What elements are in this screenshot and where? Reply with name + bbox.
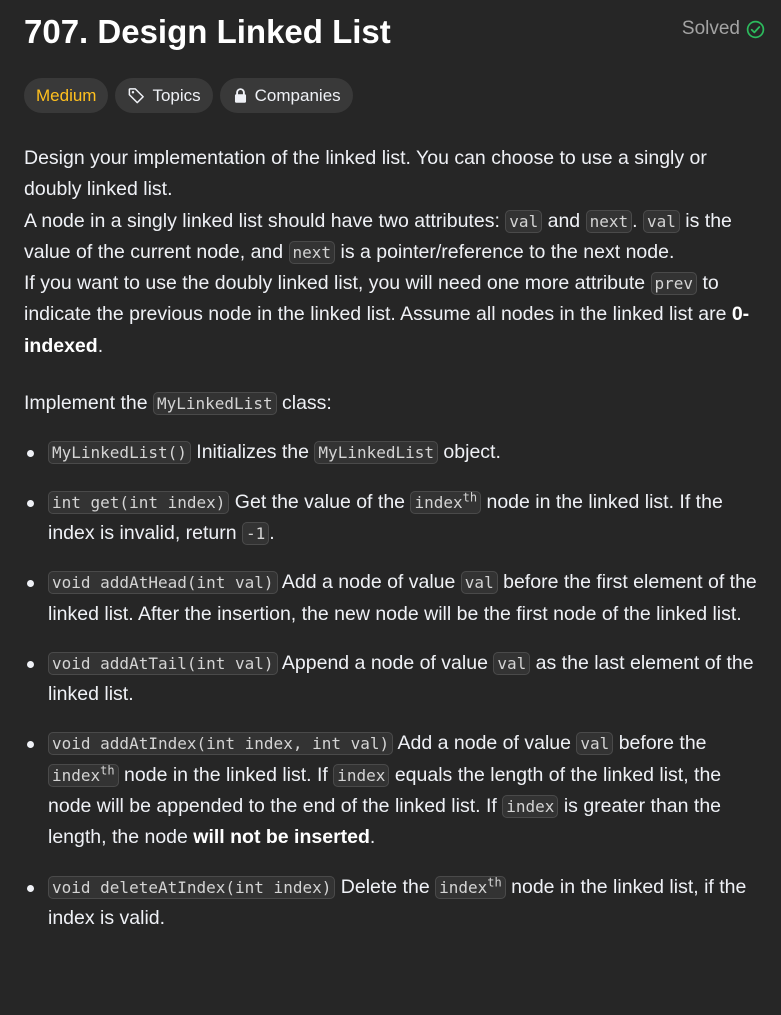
method-signature: void deleteAtIndex(int index): [48, 875, 336, 899]
text-run: class:: [276, 392, 332, 415]
inline-code: val: [505, 209, 543, 233]
description-paragraph: A node in a singly linked list should ha…: [24, 206, 765, 269]
text-run: Add a node of value: [393, 732, 577, 755]
inline-code: val: [493, 651, 531, 675]
bold-text: will not be inserted: [193, 826, 370, 849]
code-text: index: [52, 765, 101, 785]
difficulty-badge[interactable]: Medium: [24, 78, 109, 113]
superscript: th: [462, 490, 478, 505]
text-run: Get the value of the: [229, 490, 411, 513]
title-row: 707. Design Linked List Solved: [24, 0, 765, 52]
text-run: .: [97, 334, 104, 357]
code-text: index: [439, 877, 488, 897]
text-run: Design your implementation of the linked…: [24, 147, 707, 201]
inline-code: -1: [242, 521, 270, 545]
description-paragraph: Design your implementation of the linked…: [24, 143, 765, 206]
topics-label: Topics: [152, 85, 201, 105]
superscript: th: [487, 875, 502, 890]
inline-code: index: [502, 795, 559, 819]
inline-code: next: [585, 209, 633, 233]
method-item: int get(int index) Get the value of the …: [24, 487, 765, 550]
text-run: Implement the: [24, 392, 153, 415]
solved-status: Solved: [682, 18, 765, 40]
method-item: void addAtIndex(int index, int val) Add …: [24, 728, 765, 853]
inline-code: val: [460, 571, 498, 595]
difficulty-label: Medium: [36, 85, 97, 105]
inline-code: indexth: [435, 875, 506, 899]
method-signature: void addAtIndex(int index, int val): [48, 732, 394, 756]
method-signature: void addAtHead(int val): [48, 571, 278, 595]
method-signature: int get(int index): [48, 490, 230, 514]
method-item: void addAtTail(int val) Append a node of…: [24, 648, 765, 711]
method-item: void addAtHead(int val) Add a node of va…: [24, 567, 765, 630]
lock-icon: [232, 87, 249, 104]
text-run: object.: [438, 441, 501, 464]
text-run: is a pointer/reference to the next node.: [335, 240, 675, 263]
inline-code: next: [288, 240, 336, 264]
text-run: Append a node of value: [277, 651, 494, 674]
text-run: and: [542, 209, 586, 232]
problem-description-panel: 707. Design Linked List Solved Medium To…: [0, 0, 781, 1015]
text-run: .: [369, 826, 376, 849]
solved-label: Solved: [681, 18, 740, 39]
method-signature: void addAtTail(int val): [48, 651, 278, 675]
inline-code: MyLinkedList: [152, 392, 277, 416]
text-run: Delete the: [335, 875, 436, 898]
text-run: node in the linked list. If: [118, 763, 334, 786]
description-paragraph: If you want to use the doubly linked lis…: [24, 268, 765, 362]
text-run: before the: [613, 732, 707, 755]
method-item: void deleteAtIndex(int index) Delete the…: [24, 872, 765, 935]
topics-button[interactable]: Topics: [115, 78, 213, 113]
text-run: .: [632, 209, 643, 232]
text-run: A node in a singly linked list should ha…: [24, 209, 506, 232]
inline-code: indexth: [48, 763, 119, 787]
text-run: Initializes the: [190, 441, 315, 464]
companies-label: Companies: [254, 85, 341, 105]
text-run: Add a node of value: [277, 571, 461, 594]
inline-code: MyLinkedList: [314, 441, 439, 465]
method-list: MyLinkedList() Initializes the MyLinkedL…: [24, 437, 765, 934]
inline-code: val: [576, 732, 614, 756]
text-run: .: [269, 521, 275, 544]
superscript: th: [100, 763, 115, 778]
tag-icon: [127, 86, 146, 105]
inline-code: val: [642, 209, 680, 233]
companies-button[interactable]: Companies: [219, 78, 353, 113]
inline-code: indexth: [410, 490, 482, 514]
problem-title: 707. Design Linked List: [24, 13, 391, 50]
method-signature: MyLinkedList(): [48, 441, 191, 465]
problem-content: Design your implementation of the linked…: [24, 143, 765, 934]
inline-code: prev: [650, 272, 698, 296]
code-text: index: [414, 492, 463, 512]
check-circle-icon: [746, 20, 765, 39]
tag-row: Medium Topics Companies: [24, 78, 765, 113]
description-paragraph: Implement the MyLinkedList class:: [24, 388, 765, 419]
method-item: MyLinkedList() Initializes the MyLinkedL…: [24, 437, 765, 468]
inline-code: index: [333, 763, 390, 787]
text-run: If you want to use the doubly linked lis…: [24, 272, 651, 295]
